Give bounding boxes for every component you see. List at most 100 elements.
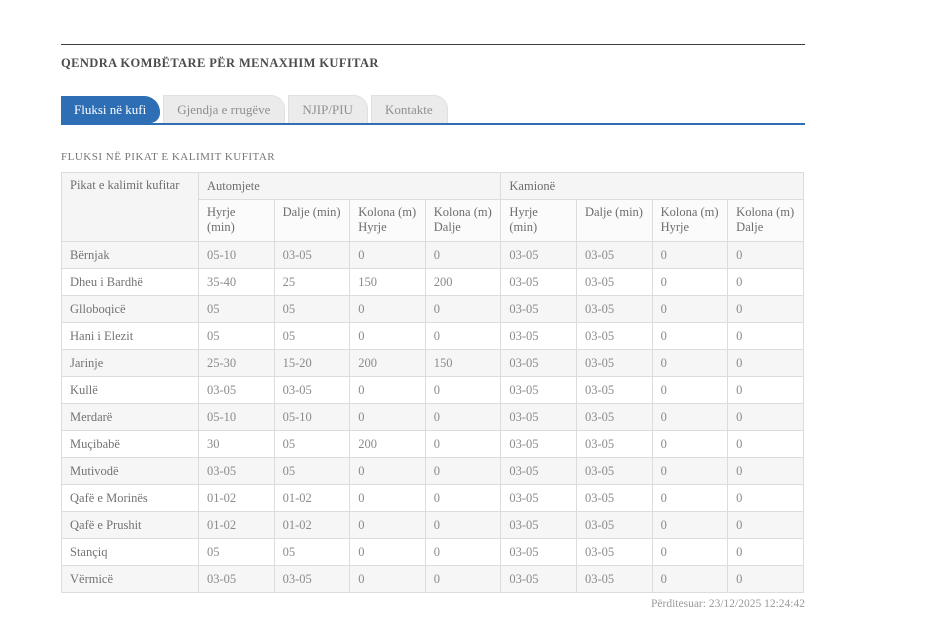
value-cell: 0 — [425, 404, 501, 431]
value-cell: 0 — [652, 350, 728, 377]
top-divider — [61, 44, 805, 45]
crossing-point-name: Qafë e Prushit — [62, 512, 199, 539]
value-cell: 0 — [652, 431, 728, 458]
table-header: Pikat e kalimit kufitar Automjete Kamion… — [62, 173, 804, 242]
value-cell: 01-02 — [199, 485, 275, 512]
crossing-point-name: Hani i Elezit — [62, 323, 199, 350]
value-cell: 05 — [274, 539, 350, 566]
value-cell: 03-05 — [576, 377, 652, 404]
value-cell: 0 — [425, 323, 501, 350]
value-cell: 03-05 — [501, 512, 577, 539]
value-cell: 0 — [728, 431, 804, 458]
value-cell: 01-02 — [274, 512, 350, 539]
crossing-point-name: Bërnjak — [62, 242, 199, 269]
table-row: Mutivodë03-05050003-0503-0500 — [62, 458, 804, 485]
value-cell: 0 — [425, 431, 501, 458]
value-cell: 03-05 — [274, 242, 350, 269]
crossing-point-name: Dheu i Bardhë — [62, 269, 199, 296]
value-cell: 03-05 — [199, 458, 275, 485]
value-cell: 03-05 — [576, 242, 652, 269]
value-cell: 03-05 — [576, 269, 652, 296]
value-cell: 0 — [652, 404, 728, 431]
table-row: Stançiq05050003-0503-0500 — [62, 539, 804, 566]
value-cell: 05 — [274, 296, 350, 323]
value-cell: 0 — [728, 485, 804, 512]
value-cell: 05 — [199, 323, 275, 350]
table-body: Bërnjak05-1003-050003-0503-0500Dheu i Ba… — [62, 242, 804, 593]
table-row: Glloboqicë05050003-0503-0500 — [62, 296, 804, 323]
value-cell: 05 — [199, 296, 275, 323]
tab-kontakte[interactable]: Kontakte — [371, 95, 448, 123]
table-row: Hani i Elezit05050003-0503-0500 — [62, 323, 804, 350]
value-cell: 03-05 — [501, 269, 577, 296]
value-cell: 03-05 — [501, 350, 577, 377]
value-cell: 03-05 — [501, 242, 577, 269]
tab-fluksi-ne-kufi[interactable]: Fluksi në kufi — [61, 96, 160, 123]
table-row: Bërnjak05-1003-050003-0503-0500 — [62, 242, 804, 269]
sub-header-trucks-kolona-hyrje: Kolona (m) Hyrje — [652, 200, 728, 242]
value-cell: 03-05 — [576, 323, 652, 350]
value-cell: 200 — [350, 431, 426, 458]
table-row: Muçibabë3005200003-0503-0500 — [62, 431, 804, 458]
value-cell: 03-05 — [199, 377, 275, 404]
value-cell: 0 — [728, 566, 804, 593]
value-cell: 03-05 — [501, 485, 577, 512]
value-cell: 03-05 — [576, 566, 652, 593]
sub-header-cars-kolona-hyrje: Kolona (m) Hyrje — [350, 200, 426, 242]
value-cell: 05-10 — [274, 404, 350, 431]
value-cell: 0 — [350, 242, 426, 269]
crossing-point-name: Mutivodë — [62, 458, 199, 485]
value-cell: 03-05 — [501, 458, 577, 485]
value-cell: 0 — [652, 269, 728, 296]
border-flow-table: Pikat e kalimit kufitar Automjete Kamion… — [61, 172, 804, 593]
value-cell: 0 — [652, 566, 728, 593]
table-row: Dheu i Bardhë35-402515020003-0503-0500 — [62, 269, 804, 296]
value-cell: 03-05 — [199, 566, 275, 593]
value-cell: 0 — [728, 350, 804, 377]
value-cell: 0 — [350, 539, 426, 566]
value-cell: 0 — [350, 296, 426, 323]
value-cell: 03-05 — [576, 458, 652, 485]
value-cell: 0 — [350, 485, 426, 512]
crossing-point-name: Vërmicë — [62, 566, 199, 593]
value-cell: 0 — [728, 296, 804, 323]
value-cell: 200 — [425, 269, 501, 296]
value-cell: 03-05 — [576, 404, 652, 431]
value-cell: 03-05 — [576, 296, 652, 323]
value-cell: 0 — [425, 485, 501, 512]
tab-njip-piu[interactable]: NJIP/PIU — [288, 95, 368, 123]
table-row: Qafë e Morinës01-0201-020003-0503-0500 — [62, 485, 804, 512]
value-cell: 0 — [350, 377, 426, 404]
value-cell: 0 — [728, 377, 804, 404]
sub-header-trucks-kolona-dalje: Kolona (m) Dalje — [728, 200, 804, 242]
sub-header-trucks-hyrje: Hyrje (min) — [501, 200, 577, 242]
crossing-point-name: Glloboqicë — [62, 296, 199, 323]
value-cell: 0 — [728, 242, 804, 269]
tab-underline — [61, 123, 805, 125]
crossing-point-name: Kullë — [62, 377, 199, 404]
crossing-point-name: Muçibabë — [62, 431, 199, 458]
value-cell: 0 — [350, 566, 426, 593]
value-cell: 03-05 — [576, 485, 652, 512]
sub-header-cars-hyrje: Hyrje (min) — [199, 200, 275, 242]
value-cell: 03-05 — [274, 377, 350, 404]
value-cell: 0 — [728, 404, 804, 431]
value-cell: 150 — [425, 350, 501, 377]
value-cell: 0 — [652, 458, 728, 485]
table-row: Jarinje25-3015-2020015003-0503-0500 — [62, 350, 804, 377]
value-cell: 03-05 — [501, 377, 577, 404]
value-cell: 0 — [652, 512, 728, 539]
value-cell: 0 — [652, 485, 728, 512]
value-cell: 0 — [425, 242, 501, 269]
sub-header-trucks-dalje: Dalje (min) — [576, 200, 652, 242]
value-cell: 0 — [425, 377, 501, 404]
value-cell: 0 — [728, 323, 804, 350]
value-cell: 25 — [274, 269, 350, 296]
table-row: Qafë e Prushit01-0201-020003-0503-0500 — [62, 512, 804, 539]
value-cell: 03-05 — [274, 566, 350, 593]
table-row: Merdarë05-1005-100003-0503-0500 — [62, 404, 804, 431]
tab-gjendja-e-rrugeve[interactable]: Gjendja e rrugëve — [163, 95, 285, 123]
value-cell: 0 — [350, 512, 426, 539]
value-cell: 0 — [652, 323, 728, 350]
value-cell: 03-05 — [501, 323, 577, 350]
